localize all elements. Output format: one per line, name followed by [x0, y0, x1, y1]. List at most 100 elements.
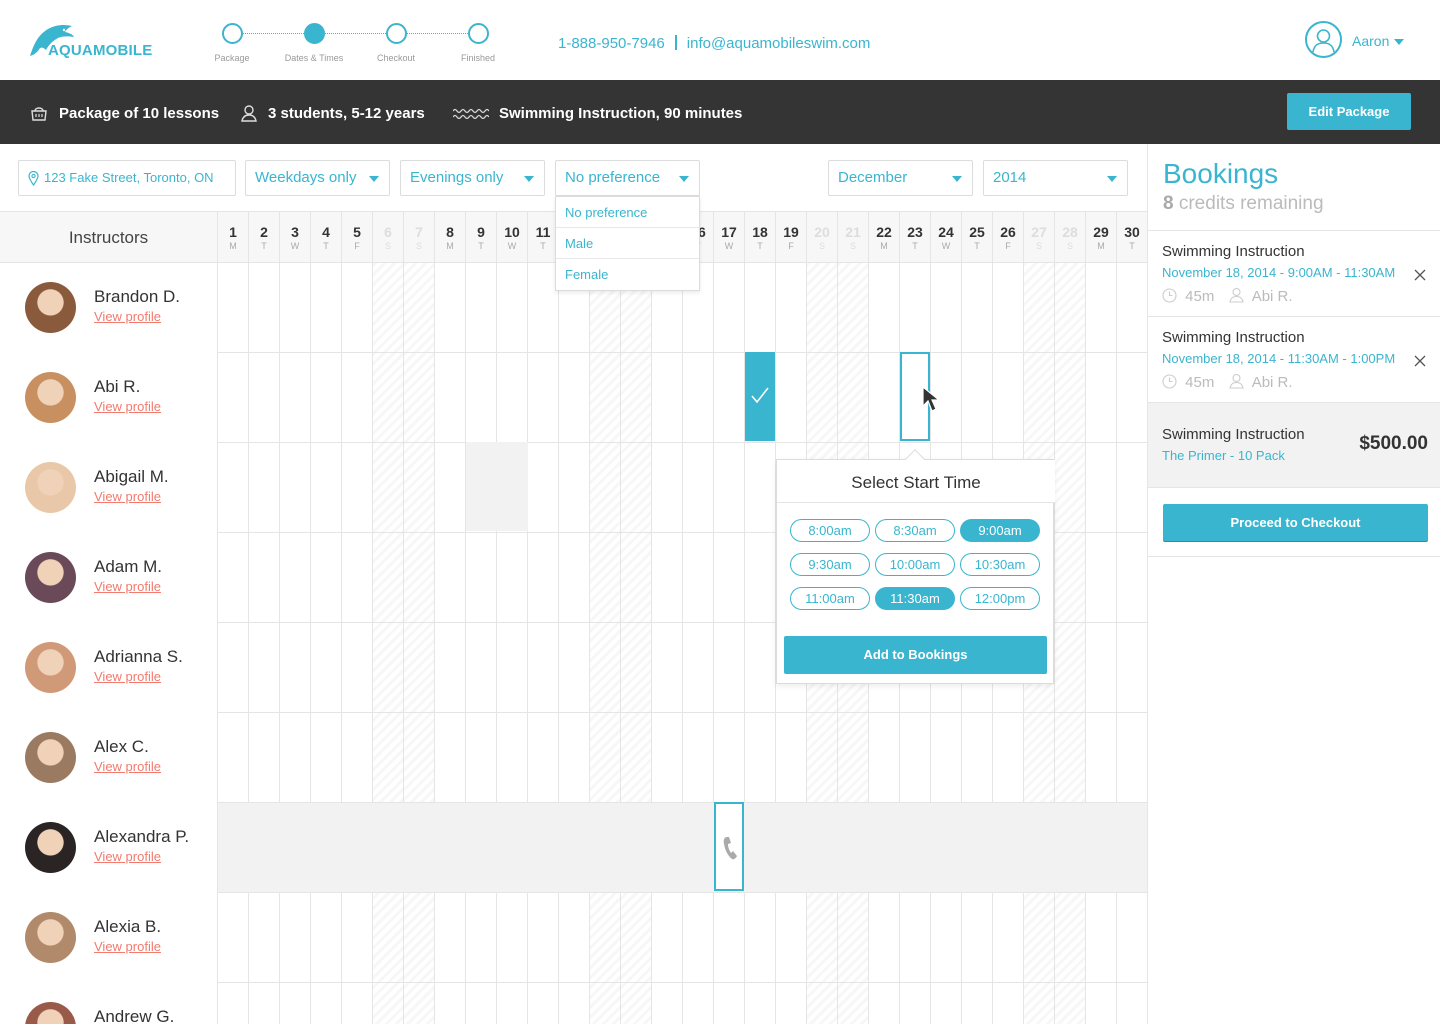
- instructor-row: Abi R. View profile: [0, 353, 1147, 443]
- logo[interactable]: AQUAMOBILE: [28, 20, 168, 60]
- time-option-button[interactable]: 8:00am: [790, 519, 870, 542]
- view-profile-link[interactable]: View profile: [94, 849, 161, 864]
- view-profile-link[interactable]: View profile: [94, 489, 161, 504]
- step-dates-times[interactable]: Dates & Times: [284, 22, 344, 63]
- day-weekday: T: [974, 241, 980, 251]
- year-select[interactable]: 2014: [983, 160, 1128, 196]
- day-header: 27 S: [1024, 212, 1055, 263]
- time-option-button[interactable]: 11:00am: [790, 587, 870, 610]
- view-profile-link[interactable]: View profile: [94, 669, 161, 684]
- gender-option[interactable]: Female: [556, 259, 699, 290]
- unavailable-cell: [497, 442, 528, 531]
- days-value: Weekdays only: [255, 169, 357, 186]
- day-number: 18: [752, 224, 768, 240]
- instructor-row: Alex C. View profile: [0, 713, 1147, 803]
- gender-select[interactable]: No preference: [555, 160, 700, 196]
- view-profile-link[interactable]: View profile: [94, 759, 161, 774]
- instructor-name: Alexandra P.: [94, 827, 190, 846]
- day-weekday: S: [1035, 241, 1042, 251]
- view-profile-link[interactable]: View profile: [94, 399, 161, 414]
- close-icon[interactable]: [1412, 353, 1428, 369]
- avatar[interactable]: [25, 282, 76, 333]
- avatar[interactable]: [25, 912, 76, 963]
- instructor-cell: Abi R. View profile: [0, 353, 218, 443]
- day-header: 22 M: [869, 212, 900, 263]
- booking-duration: 45m: [1185, 288, 1215, 305]
- days-select[interactable]: Weekdays only: [245, 160, 390, 196]
- avatar[interactable]: [25, 552, 76, 603]
- day-header: 8M: [435, 212, 466, 263]
- day-header: 2T: [249, 212, 280, 263]
- view-profile-link[interactable]: View profile: [94, 579, 161, 594]
- booking-instructor: Abi R.: [1251, 374, 1293, 391]
- booking-meta: 45m Abi R.: [1162, 373, 1293, 391]
- close-icon[interactable]: [1412, 267, 1428, 283]
- day-number: 30: [1124, 224, 1140, 240]
- view-profile-link[interactable]: View profile: [94, 309, 161, 324]
- booking-date: November 18, 2014 - 9:00AM - 11:30AM: [1162, 265, 1396, 280]
- avatar[interactable]: [25, 732, 76, 783]
- instructor-cell: Alexandra P. View profile: [0, 803, 218, 893]
- step-label: Dates & Times: [284, 53, 344, 63]
- progress-steps: Package Dates & Times Checkout Finished: [210, 22, 500, 72]
- time-option-button[interactable]: 12:00pm: [960, 587, 1040, 610]
- day-weekday: F: [788, 241, 794, 251]
- gender-value: No preference: [565, 169, 661, 186]
- avatar[interactable]: [25, 462, 76, 513]
- time-option-button[interactable]: 9:30am: [790, 553, 870, 576]
- instructor-name: Alex C.: [94, 737, 149, 756]
- time-option-button[interactable]: 9:00am: [960, 519, 1040, 542]
- day-number: 2: [260, 224, 268, 240]
- day-header: 4T: [311, 212, 342, 263]
- view-profile-link[interactable]: View profile: [94, 939, 161, 954]
- day-number: 8: [446, 224, 454, 240]
- avatar[interactable]: [25, 1002, 76, 1024]
- time-option-button[interactable]: 10:30am: [960, 553, 1040, 576]
- step-label: Finished: [460, 53, 496, 63]
- day-weekday: M: [446, 241, 454, 251]
- step-finished[interactable]: Finished: [448, 22, 508, 63]
- year-value: 2014: [993, 169, 1027, 186]
- month-value: December: [838, 169, 908, 186]
- phone-slot[interactable]: [714, 802, 744, 891]
- day-number: 6: [384, 224, 392, 240]
- add-to-bookings-button[interactable]: Add to Bookings: [784, 636, 1047, 674]
- day-number: 3: [291, 224, 299, 240]
- month-select[interactable]: December: [828, 160, 973, 196]
- instructor-name: Adam M.: [94, 557, 163, 576]
- step-dot: [385, 23, 407, 44]
- step-package[interactable]: Package: [202, 22, 262, 63]
- step-dot: [303, 23, 325, 44]
- day-number: 24: [938, 224, 954, 240]
- email-link[interactable]: info@aquamobileswim.com: [687, 35, 871, 52]
- day-weekday: W: [507, 241, 517, 251]
- phone-link[interactable]: 1-888-950-7946: [558, 35, 665, 52]
- day-number: 29: [1093, 224, 1109, 240]
- avatar[interactable]: [25, 372, 76, 423]
- day-header: 25 T: [962, 212, 993, 263]
- booked-slot[interactable]: [745, 352, 775, 441]
- time-select[interactable]: Evenings only: [400, 160, 545, 196]
- credits-remaining: 8 credits remaining: [1163, 193, 1324, 215]
- step-dot: [467, 23, 489, 44]
- gender-option[interactable]: Male: [556, 228, 699, 259]
- avatar[interactable]: [25, 642, 76, 693]
- day-header: 17 W: [714, 212, 745, 263]
- day-number: 22: [876, 224, 892, 240]
- summary-title: Swimming Instruction: [1162, 426, 1305, 443]
- address-input[interactable]: 123 Fake Street, Toronto, ON: [18, 160, 236, 196]
- avatar[interactable]: [25, 822, 76, 873]
- step-checkout[interactable]: Checkout: [366, 22, 426, 63]
- edit-package-button[interactable]: Edit Package: [1287, 93, 1411, 130]
- day-weekday: M: [229, 241, 237, 251]
- brand-name: AQUAMOBILE: [48, 42, 153, 59]
- chevron-down-icon: [524, 176, 534, 182]
- day-number: 1: [229, 224, 237, 240]
- time-option-button[interactable]: 10:00am: [875, 553, 955, 576]
- top-bar: AQUAMOBILE Package Dates & Times Checkou…: [0, 0, 1440, 80]
- proceed-to-checkout-button[interactable]: Proceed to Checkout: [1163, 504, 1428, 541]
- time-option-button[interactable]: 8:30am: [875, 519, 955, 542]
- time-option-button[interactable]: 11:30am: [875, 587, 955, 610]
- instructor-name: Brandon D.: [94, 287, 180, 306]
- gender-option[interactable]: No preference: [556, 197, 699, 228]
